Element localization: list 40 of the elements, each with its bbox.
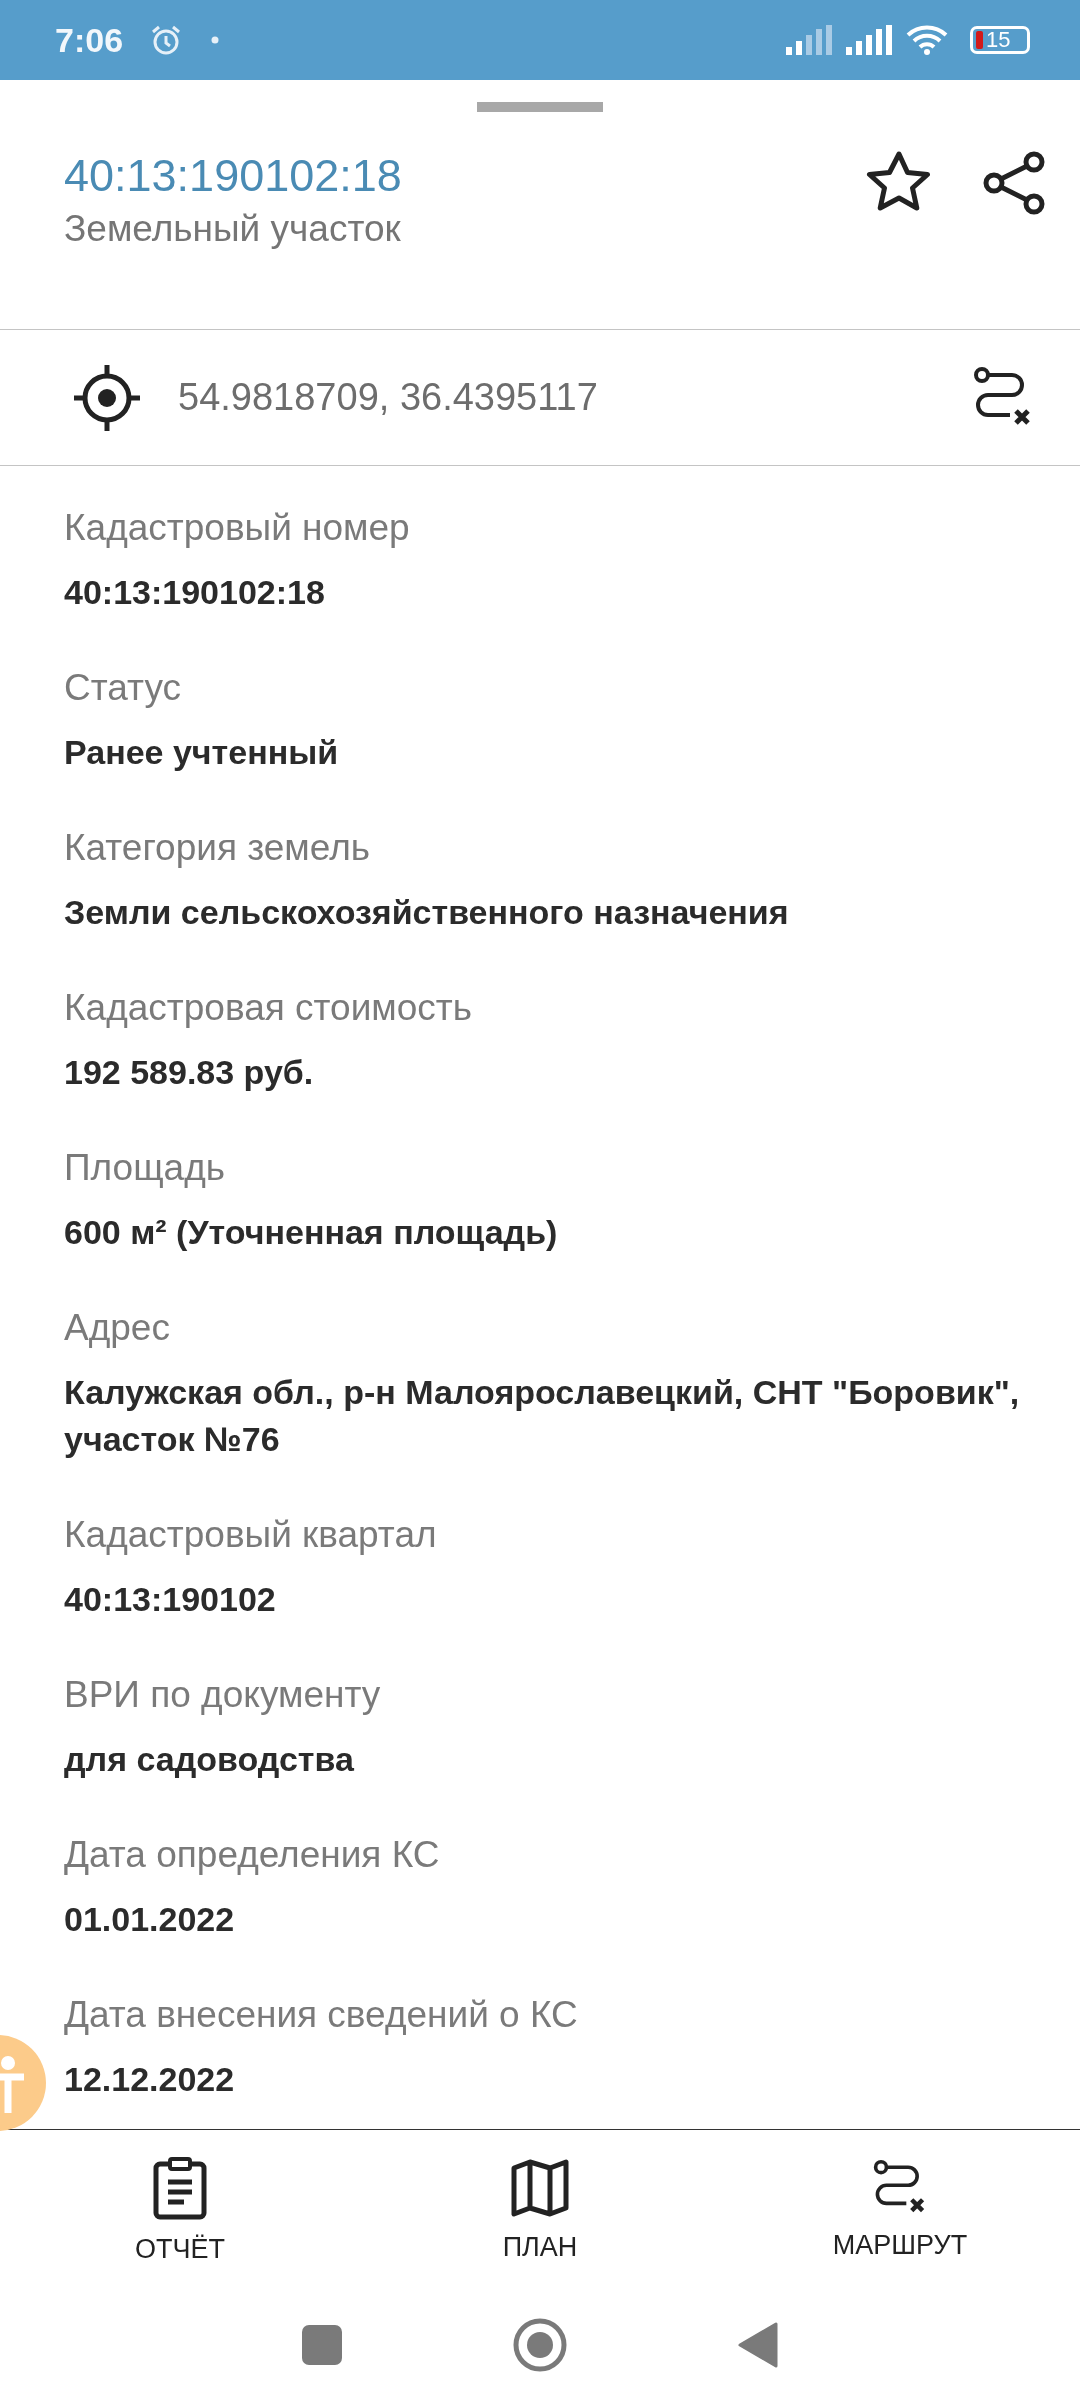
- parcel-type: Земельный участок: [64, 208, 402, 250]
- wifi-icon: [906, 24, 948, 56]
- notification-dot-icon: [211, 36, 220, 44]
- home-button[interactable]: [512, 2317, 568, 2373]
- field-label: Адрес: [64, 1306, 171, 1350]
- nav-tab[interactable]: МАРШРУТ: [720, 2130, 1080, 2290]
- recents-button[interactable]: [302, 2325, 342, 2365]
- field-value: 12.12.2022: [64, 2059, 236, 2100]
- favorite-star-icon[interactable]: [866, 150, 932, 212]
- location-target-icon[interactable]: [72, 362, 142, 433]
- field-label: Кадастровый квартал: [64, 1513, 438, 1557]
- nav-tab[interactable]: ОТЧЁТ: [0, 2130, 360, 2290]
- map-icon: [510, 2157, 570, 2218]
- field-value: 01.01.2022: [64, 1899, 236, 1940]
- field-value: для садоводства: [64, 1739, 355, 1780]
- field-label: Кадастровая стоимость: [64, 986, 474, 1030]
- field-value: 192 589.83 руб.: [64, 1052, 315, 1093]
- field-value: 600 м² (Уточненная площадь): [64, 1212, 559, 1253]
- back-button[interactable]: [738, 2322, 778, 2368]
- clipboard-icon: [152, 2155, 208, 2220]
- field-label: Дата внесения сведений о КС: [64, 1993, 579, 2037]
- nav-tab[interactable]: ПЛАН: [360, 2130, 720, 2290]
- parcel-title: 40:13:190102:18: [64, 150, 403, 202]
- field-label: Категория земель: [64, 826, 372, 870]
- field-value: 40:13:190102:18: [64, 572, 326, 613]
- status-time: 7:06: [55, 20, 124, 60]
- field-label: Кадастровый номер: [64, 506, 411, 550]
- battery-indicator: 15: [970, 26, 1030, 54]
- signal-icon: [846, 25, 892, 55]
- field-value: 40:13:190102: [64, 1579, 277, 1620]
- coordinates-text: 54.9818709, 36.4395117: [178, 376, 599, 419]
- signal-icon: [786, 25, 832, 55]
- field-value: Земли сельскохозяйственного назначения: [64, 892, 790, 933]
- field-value: Ранее учтенный: [64, 732, 340, 773]
- field-value: Калужская обл., р-н Малоярославецкий, СНТ "Боровик", участок №76: [64, 1372, 1021, 1460]
- field-label: ВРИ по документу: [64, 1673, 382, 1717]
- field-label: Дата определения КС: [64, 1833, 441, 1877]
- field-label: Площадь: [64, 1146, 227, 1190]
- drag-handle[interactable]: [477, 102, 603, 112]
- field-label: Статус: [64, 666, 182, 710]
